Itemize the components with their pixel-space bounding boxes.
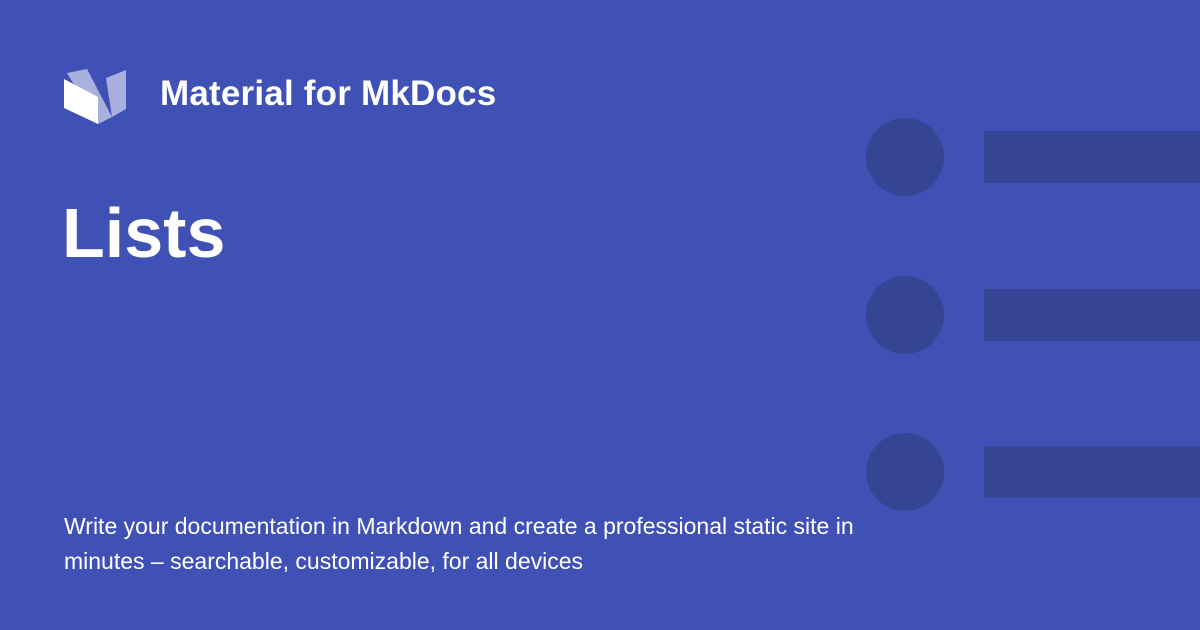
list-bullet bbox=[866, 433, 944, 511]
list-bullet bbox=[866, 276, 944, 354]
social-card: Material for MkDocs Lists Write your doc… bbox=[0, 0, 1200, 630]
list-line bbox=[984, 446, 1200, 498]
list-bullet bbox=[866, 118, 944, 196]
material-mkdocs-logo-icon bbox=[64, 69, 126, 124]
site-description: Write your documentation in Markdown and… bbox=[64, 513, 854, 574]
list-line bbox=[984, 289, 1200, 341]
page-title: Lists bbox=[62, 194, 226, 272]
list-line bbox=[984, 131, 1200, 183]
format-list-bulleted-icon bbox=[866, 118, 1200, 511]
site-name: Material for MkDocs bbox=[160, 74, 497, 113]
